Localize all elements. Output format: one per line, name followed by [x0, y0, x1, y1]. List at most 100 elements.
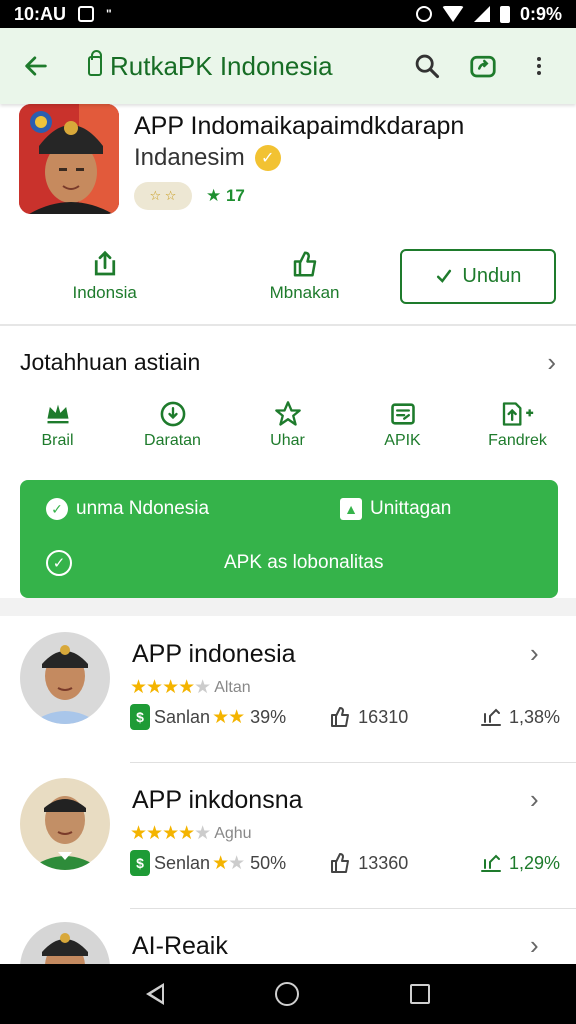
check-circle-icon: ✓ — [46, 550, 72, 576]
download-circle-icon — [160, 401, 185, 427]
list-item-meta: $ Sanlan ★★ 39% 16310 1,38% — [130, 704, 560, 730]
likes-stat: 13360 — [328, 851, 408, 875]
section-title: Jotahhuan astiain — [20, 348, 201, 375]
avatar — [20, 632, 110, 724]
promo-text: unma Ndonesia — [76, 498, 210, 519]
category-item[interactable]: Brail — [0, 400, 115, 456]
list-item-title: APP indonesia — [132, 640, 296, 668]
list-item[interactable]: APP indonesia ★★★★★ Altan $ Sanlan ★★ 39… — [0, 616, 576, 746]
action-share[interactable]: Indonsia — [0, 249, 209, 303]
categories-header[interactable]: Jotahhuan astiain › — [20, 345, 556, 379]
download-icon — [437, 269, 452, 283]
trend-icon — [480, 854, 501, 872]
document-icon — [390, 403, 415, 425]
crown-icon — [47, 404, 68, 424]
star-icon — [274, 401, 301, 426]
category-item[interactable]: APIK — [345, 400, 460, 456]
thumbs-up-icon — [331, 707, 350, 727]
category-item[interactable]: Daratan — [115, 400, 230, 456]
developer-name: Indanesim — [134, 144, 245, 171]
thumbs-up-icon — [331, 853, 350, 873]
action-label: Mbnakan — [269, 283, 340, 302]
category-label: APIK — [384, 432, 421, 449]
tag-icon: $ — [130, 850, 150, 876]
status-bar: 10:AU " 0:9% — [0, 0, 576, 28]
promo-banner[interactable]: ✓ unma Ndonesia ▲ Unittagan ✓ APK as lob… — [20, 480, 558, 598]
divider — [0, 324, 576, 326]
tag-label: Senlan — [154, 852, 211, 873]
app-bar: RutkaPK Indonesia — [0, 28, 576, 104]
list-item-meta: $ Senlan ★★ 50% 13360 1,29% — [130, 850, 560, 876]
list-divider — [130, 908, 576, 909]
avatar — [20, 922, 110, 964]
promo-text: APK as lobonalitas — [224, 552, 384, 573]
app-header: APP Indomaikapaimdkdarapn Indanesim ✓ ☆ … — [0, 104, 576, 214]
avatar — [20, 778, 110, 870]
alarm-icon — [415, 6, 432, 22]
growth-value: 1,38% — [508, 706, 560, 727]
share-button[interactable] — [458, 41, 508, 91]
wifi-icon — [441, 6, 464, 22]
category-item[interactable]: Uhar — [230, 400, 345, 456]
chevron-right-icon: › — [530, 638, 539, 668]
list-item-title: APP inkdonsna — [132, 786, 303, 814]
categories-row: Brail Daratan Uhar APIK Fandrek — [0, 400, 576, 456]
promo-line-left: ✓ unma Ndonesia — [46, 498, 209, 520]
actions-row: Indonsia Mbnakan Undun — [0, 240, 576, 312]
search-icon — [415, 54, 440, 79]
check-badge-icon: ✓ — [46, 498, 68, 520]
growth-value: 1,29% — [508, 852, 560, 873]
rating-stars: ★★★★★ — [130, 823, 211, 844]
category-label: Fandrek — [488, 432, 547, 449]
list-item[interactable]: APP inkdonsna ★★★★★ Aghu $ Senlan ★★ 50%… — [0, 764, 576, 894]
promo-line-2: ✓ APK as lobonalitas — [46, 550, 558, 576]
app-name: APP Indomaikapaimdkdarapn — [134, 112, 465, 140]
action-label: Indonsia — [72, 283, 137, 302]
promo-line-right: ▲ Unittagan — [340, 498, 451, 520]
small-stars: ★★ — [212, 852, 245, 874]
star-count: ★ 17 — [206, 186, 245, 205]
small-stars: ★★ — [212, 706, 245, 728]
download-button[interactable]: Undun — [399, 248, 556, 304]
back-button[interactable] — [0, 28, 72, 104]
section-spacer — [0, 598, 576, 616]
signal-icon — [473, 6, 490, 22]
tag-icon: $ — [130, 704, 150, 730]
arrow-left-icon — [25, 56, 47, 76]
chevron-right-icon: › — [530, 784, 539, 814]
page-title: RutkaPK Indonesia — [110, 50, 333, 81]
verified-badge-icon: ✓ — [254, 145, 281, 171]
trend-icon — [480, 708, 501, 726]
more-options-button[interactable] — [514, 41, 564, 91]
download-label: Undun — [462, 264, 522, 287]
app-meta: ☆ ☆ ★ 17 — [134, 182, 245, 210]
rating-row: ★★★★★ Aghu — [130, 822, 252, 845]
battery-text: 0:9% — [519, 3, 562, 24]
category-label: Daratan — [144, 432, 201, 449]
stat-percent: 39% — [250, 706, 287, 727]
category-item[interactable]: Fandrek — [460, 400, 575, 456]
app-icon[interactable] — [19, 104, 119, 214]
list-divider — [130, 762, 576, 763]
thumbs-up-badge-icon: ▲ — [340, 498, 362, 520]
status-time: 10:AU — [14, 3, 67, 24]
search-button[interactable] — [402, 41, 452, 91]
thumbs-up-icon — [293, 251, 316, 277]
rating-stars: ★★★★★ — [130, 677, 211, 698]
nav-back-icon[interactable] — [145, 983, 164, 1005]
nav-home-icon[interactable] — [274, 982, 299, 1006]
developer-row[interactable]: Indanesim ✓ — [134, 144, 281, 172]
rating-row: ★★★★★ Altan — [130, 676, 251, 699]
stat-percent: 50% — [250, 852, 287, 873]
likes-count: 13360 — [358, 852, 409, 873]
tag-label: Sanlan — [154, 706, 211, 727]
battery-icon — [499, 5, 510, 23]
likes-count: 16310 — [358, 706, 409, 727]
growth-stat: 1,29% — [479, 851, 560, 875]
upload-icon — [502, 402, 533, 426]
share-box-icon — [470, 55, 496, 78]
list-item[interactable]: AI-Reaik › — [0, 910, 576, 964]
nav-recents-icon[interactable] — [410, 984, 431, 1004]
action-like[interactable]: Mbnakan — [209, 249, 399, 303]
share-icon — [94, 250, 115, 276]
